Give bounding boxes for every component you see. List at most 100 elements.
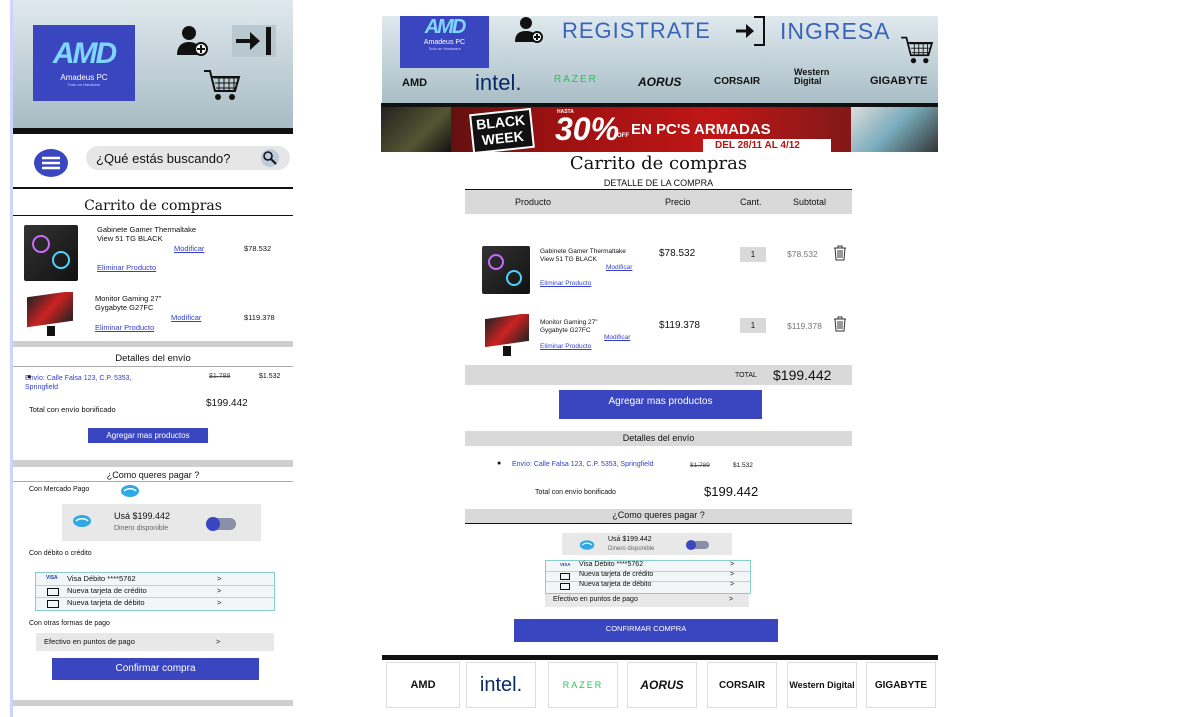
cart-title: Carrito de compras xyxy=(569,153,748,174)
login-icon[interactable] xyxy=(734,16,766,51)
brand-western-digital[interactable]: Western Digital xyxy=(787,662,857,708)
trash-icon[interactable] xyxy=(833,245,847,266)
confirm-purchase-button[interactable]: CONFIRMAR COMPRA xyxy=(514,619,778,642)
cart-item: Gabinete Gamer Thermaltake View 51 TG BL… xyxy=(13,222,293,286)
brand-intel[interactable]: intel. xyxy=(475,70,521,96)
brand-corsair[interactable]: CORSAIR xyxy=(707,662,777,708)
site-logo[interactable]: AMD Amadeus PC Todo en Hardware xyxy=(400,16,489,68)
total-value: $199.442 xyxy=(206,398,248,409)
remove-link[interactable]: Eliminar Producto xyxy=(540,343,591,350)
brand-gigabyte[interactable]: GIGABYTE xyxy=(870,75,927,87)
banner-text: EN PC'S ARMADAS xyxy=(631,121,771,138)
login-link[interactable]: INGRESA xyxy=(780,18,891,45)
shipping-address[interactable]: Envío: Calle Falsa 123, C.P. 5353, Sprin… xyxy=(512,461,654,468)
column-header: Cant. xyxy=(740,197,762,207)
cash-option[interactable]: Efectivo en puntos de pago > xyxy=(545,594,749,607)
brand-strip: AMD intel. RAZER AORUS CORSAIR Western D… xyxy=(386,66,934,102)
quantity-input[interactable]: 1 xyxy=(740,318,766,333)
brand-intel[interactable]: intel. xyxy=(466,662,536,708)
shipping-old-price: $1.789 xyxy=(690,462,710,469)
cash-option[interactable]: Efectivo en puntos de pago > xyxy=(36,633,274,651)
banner-pc-image xyxy=(381,107,451,152)
shipping-title: Detalles del envío xyxy=(115,353,191,364)
brand-amd[interactable]: AMD xyxy=(386,662,460,708)
brand-razer[interactable]: RAZER xyxy=(554,74,598,85)
mp-toggle[interactable] xyxy=(206,517,236,531)
desktop-header: AMD Amadeus PC Todo en Hardware REGISTRA… xyxy=(382,16,938,104)
product-name: Monitor Gaming 27" Gygabyte G27FC xyxy=(540,319,598,334)
product-image xyxy=(482,246,530,294)
shipping-new-price: $1.532 xyxy=(259,373,281,380)
search-placeholder: ¿Qué estás buscando? xyxy=(96,151,231,166)
mp-available: Dinero disponible xyxy=(608,546,655,552)
confirm-purchase-button[interactable]: Confirmar compra xyxy=(52,658,259,680)
brand-amd[interactable]: AMD xyxy=(402,77,427,89)
cart-icon[interactable] xyxy=(900,35,934,70)
shipping-new-price: $1.532 xyxy=(733,462,753,469)
banner-dates: DEL 28/11 AL 4/12 xyxy=(715,140,800,151)
black-week-banner[interactable]: BLACK WEEK HASTA 30% OFF EN PC'S ARMADAS… xyxy=(381,107,938,152)
register-link[interactable]: REGISTRATE xyxy=(562,18,711,44)
shipping-total-label: Total con envío bonificado xyxy=(535,489,616,496)
payment-title: ¿Como queres pagar ? xyxy=(106,470,200,480)
search-icon[interactable] xyxy=(260,148,280,173)
chevron-right-icon: > xyxy=(217,598,222,607)
cart-title: Carrito de compras xyxy=(84,198,222,214)
credit-card-icon xyxy=(47,588,59,596)
modify-link[interactable]: Modificar xyxy=(604,334,630,341)
logo-mark: AMD xyxy=(52,37,117,70)
detail-title: DETALLE DE LA COMPRA xyxy=(603,178,714,188)
card-option[interactable]: Nueva tarjeta de débito > xyxy=(36,597,274,609)
column-header: Producto xyxy=(515,197,552,207)
remove-link[interactable]: Eliminar Producto xyxy=(540,280,591,287)
register-user-icon[interactable] xyxy=(514,16,544,49)
banner-off: OFF xyxy=(617,133,629,139)
login-icon[interactable] xyxy=(232,25,276,62)
product-price: $119.378 xyxy=(659,320,700,331)
visa-icon: VISA xyxy=(46,575,58,581)
site-logo[interactable]: AMD Amadeus PC Todo en Hardware xyxy=(33,25,135,101)
add-more-products-button[interactable]: Agregar mas productos xyxy=(559,390,762,419)
product-image xyxy=(25,292,77,338)
brand-aorus[interactable]: AORUS xyxy=(638,75,681,89)
remove-link[interactable]: Eliminar Producto xyxy=(97,263,156,272)
product-price: $78.532 xyxy=(659,248,696,259)
mp-use-amount: Usá $199.442 xyxy=(114,511,171,521)
mp-use-amount: Usá $199.442 xyxy=(608,536,652,543)
modify-link[interactable]: Modificar xyxy=(174,244,204,253)
brand-western-digital[interactable]: Western Digital xyxy=(794,68,858,86)
modify-link[interactable]: Modificar xyxy=(606,264,632,271)
search-input[interactable]: ¿Qué estás buscando? xyxy=(86,146,290,170)
quantity-input[interactable]: 1 xyxy=(740,247,766,262)
mercado-pago-icon xyxy=(120,484,140,503)
trash-icon[interactable] xyxy=(833,316,847,337)
total-row: TOTAL $199.442 xyxy=(465,365,852,385)
logo-name: Amadeus PC xyxy=(60,73,108,82)
product-image xyxy=(24,225,78,281)
register-user-icon[interactable] xyxy=(175,23,209,62)
card-option-label: Nueva tarjeta de débito xyxy=(579,581,652,588)
shipping-title: Detalles del envío xyxy=(622,433,695,443)
brand-gigabyte[interactable]: GIGABYTE xyxy=(866,662,936,708)
total-label: Total con envío bonificado xyxy=(29,405,116,414)
menu-icon[interactable] xyxy=(33,148,69,183)
modify-link[interactable]: Modificar xyxy=(171,313,201,322)
brand-corsair[interactable]: CORSAIR xyxy=(714,76,760,87)
chevron-right-icon: > xyxy=(216,637,221,646)
mercado-pago-option[interactable]: Usá $199.442 Dinero disponible xyxy=(62,504,261,541)
add-more-products-button[interactable]: Agregar mas productos xyxy=(88,428,208,443)
banner-percent: 30% xyxy=(555,111,620,147)
card-option[interactable]: Nueva tarjeta de débito > xyxy=(546,581,750,591)
shipping-address[interactable]: Envío: Calle Falsa 123, C.P. 5353, Sprin… xyxy=(25,374,165,392)
brand-aorus[interactable]: AORUS xyxy=(627,662,697,708)
brand-razer[interactable]: RAZER xyxy=(548,662,618,708)
mp-toggle[interactable] xyxy=(686,540,709,550)
footer-brand-strip: AMD intel. RAZER AORUS CORSAIR Western D… xyxy=(382,660,938,717)
mercado-pago-option[interactable]: Usá $199.442 Dinero disponible xyxy=(562,533,732,555)
divider xyxy=(13,460,293,467)
product-subtotal: $78.532 xyxy=(787,249,818,259)
card-list: VISA Visa Débito ****5762 > Nueva tarjet… xyxy=(545,560,751,594)
cart-icon[interactable] xyxy=(203,68,241,107)
remove-link[interactable]: Eliminar Producto xyxy=(95,323,154,332)
banner-week: WEEK xyxy=(481,127,525,149)
